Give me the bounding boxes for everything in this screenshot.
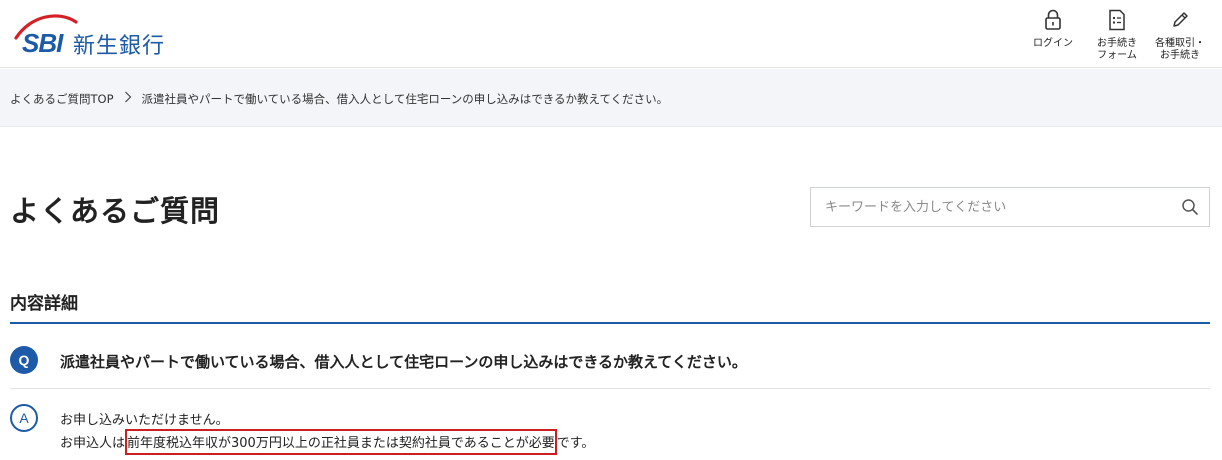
lock-icon [1044, 8, 1062, 32]
answer-badge: A [10, 404, 38, 432]
search-input[interactable] [811, 188, 1171, 226]
breadcrumb-home-link[interactable]: よくあるご質問TOP [10, 91, 114, 107]
page-title: よくあるご質問 [10, 194, 221, 228]
breadcrumb: よくあるご質問TOP 派遣社員やパートで働いている場合、借入人として住宅ローンの… [10, 91, 668, 107]
section-title: 内容詳細 [10, 294, 78, 314]
chevron-right-icon [124, 91, 132, 107]
header-form-label: お手続き フォーム [1097, 38, 1137, 61]
question-divider [10, 388, 1210, 389]
header-login-link[interactable]: ログイン [1032, 8, 1074, 50]
header-login-label: ログイン [1033, 38, 1073, 49]
site-header: SBI 新生銀行 ログイン お手続き フォーム 各種取引・ お手続き [0, 0, 1222, 68]
answer-text-line2: お申込人は 前年度税込年収が300万円以上の正社員または契約社員であることが必要で… [60, 429, 595, 455]
breadcrumb-bar: よくあるご質問TOP 派遣社員やパートで働いている場合、借入人として住宅ローンの… [0, 69, 1222, 127]
answer-highlight-box: 前年度税込年収が300万円以上の正社員または契約社員であることが必要 [125, 429, 557, 455]
answer-text-line1: お申し込みいただけません。 [60, 413, 229, 428]
sbi-shinsei-logo[interactable]: SBI 新生銀行 [10, 12, 180, 59]
pencil-icon [1170, 8, 1190, 32]
header-procedures-label: 各種取引・ お手続き [1155, 38, 1205, 61]
document-icon [1108, 8, 1126, 32]
question-text: 派遣社員やパートで働いている場合、借入人として住宅ローンの申し込みはできるか教え… [60, 353, 747, 371]
section-divider [10, 322, 1210, 324]
header-form-link[interactable]: お手続き フォーム [1094, 8, 1140, 62]
answer-suffix: です。 [556, 436, 595, 451]
question-badge: Q [10, 346, 38, 374]
search-box [810, 187, 1210, 227]
answer-prefix: お申込人は [60, 436, 126, 451]
breadcrumb-current: 派遣社員やパートで働いている場合、借入人として住宅ローンの申し込みはできるか教え… [141, 92, 669, 106]
search-icon[interactable] [1181, 198, 1199, 216]
header-procedures-link[interactable]: 各種取引・ お手続き [1152, 8, 1208, 62]
logo-bank-name: 新生銀行 [73, 34, 166, 59]
logo-sbi-text: SBI [22, 28, 63, 58]
